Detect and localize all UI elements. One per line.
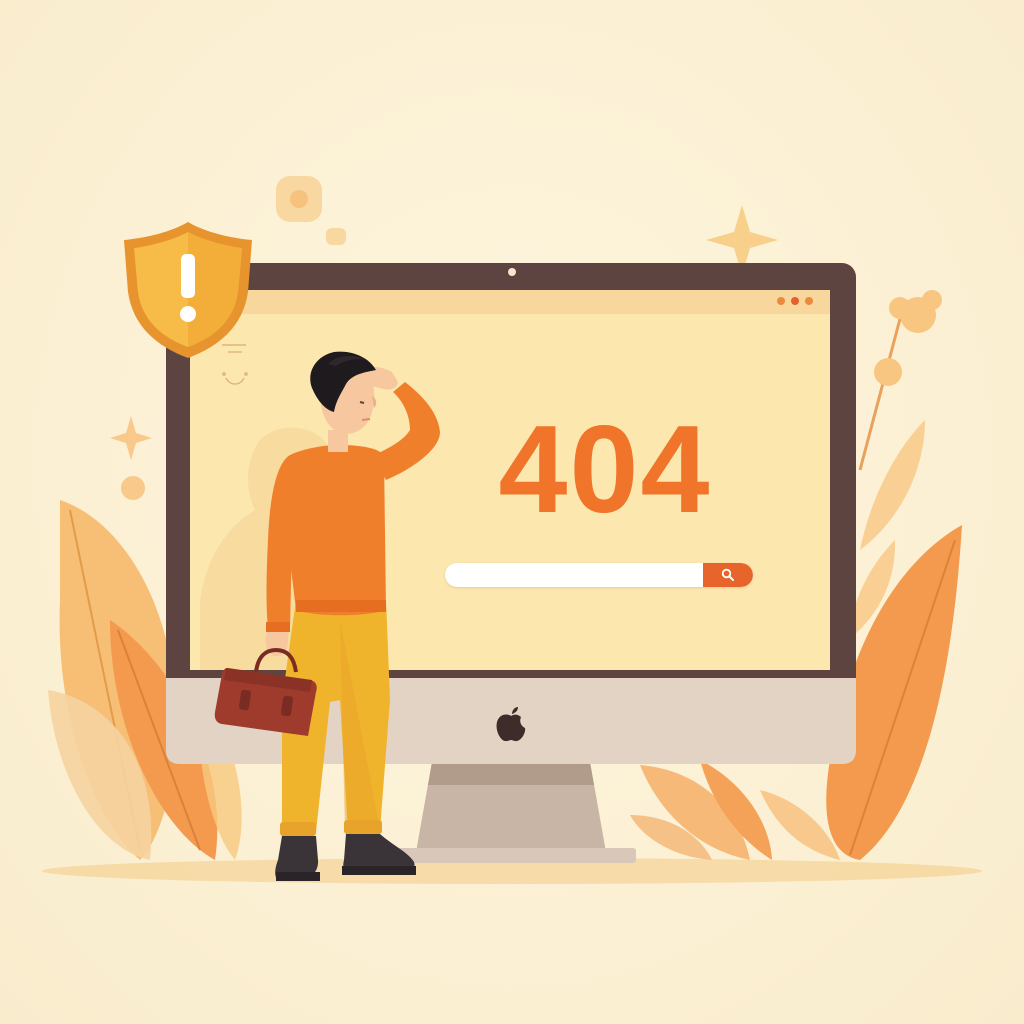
- search-input[interactable]: [445, 563, 703, 587]
- search-icon: [721, 568, 734, 581]
- window-dot-3[interactable]: [805, 297, 813, 305]
- error-code: 404: [498, 401, 712, 539]
- search-button[interactable]: [703, 563, 753, 587]
- window-dot-2[interactable]: [791, 297, 799, 305]
- error-404-scene: 404: [0, 0, 1024, 1024]
- search-bar: [445, 563, 753, 587]
- window-dot-1[interactable]: [777, 297, 785, 305]
- window-controls: [777, 297, 813, 305]
